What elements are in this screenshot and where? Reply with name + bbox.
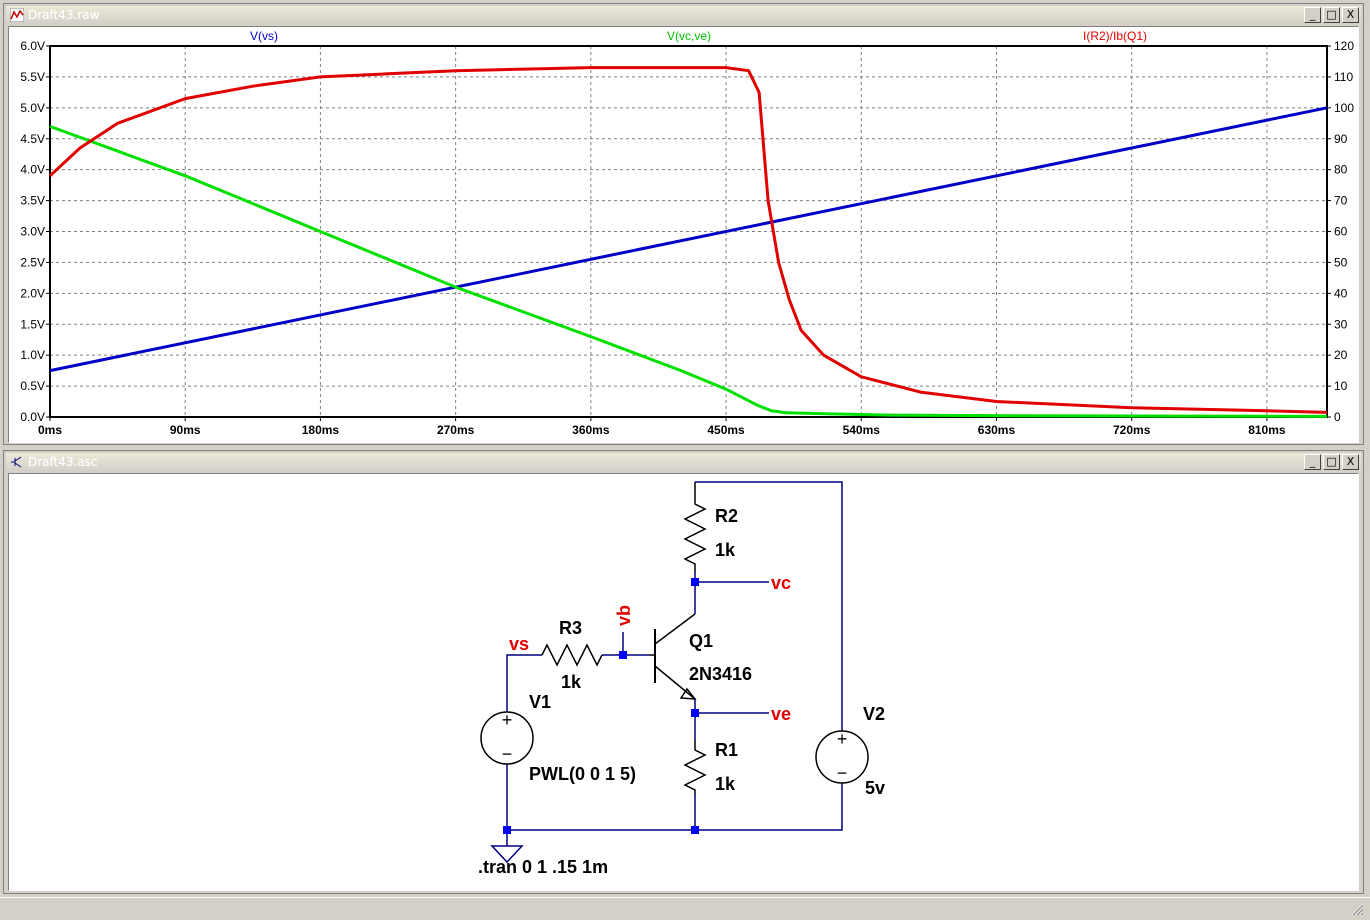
series-line-vs — [49, 106, 1328, 373]
r2-value: 1k — [715, 540, 736, 560]
transistor-q1[interactable]: Q1 2N3416 — [649, 613, 752, 700]
schematic-canvas[interactable]: R2 1k R3 1k R1 1k Q1 2N3416 + − V1 PWL(0… — [9, 474, 1360, 890]
trace-label-ratio[interactable]: I(R2)/Ib(Q1) — [1083, 29, 1147, 43]
plot-window-titlebar[interactable]: Draft43.raw _ □ X — [6, 6, 1361, 24]
y-left-tick-label: 4.0V — [20, 163, 45, 177]
y-right-tick-label: 0 — [1334, 410, 1341, 424]
v1-value: PWL(0 0 1 5) — [529, 764, 636, 784]
y-left-tick-label: 6.0V — [20, 39, 45, 53]
x-tick-label: 810ms — [1248, 423, 1286, 437]
schematic-pane[interactable]: R2 1k R3 1k R1 1k Q1 2N3416 + − V1 PWL(0… — [8, 473, 1359, 891]
minus-icon: − — [502, 744, 513, 764]
waveform-plot[interactable]: 0ms 90ms 180ms 270ms 360ms 450ms 540ms 630ms 720… — [9, 27, 1360, 442]
r1-value: 1k — [715, 774, 736, 794]
r1-name: R1 — [715, 740, 738, 760]
x-tick-label: 540ms — [843, 423, 881, 437]
y-left-tick-label: 4.5V — [20, 132, 45, 146]
resistor-r2[interactable]: R2 1k — [683, 482, 738, 572]
r2-name: R2 — [715, 506, 738, 526]
net-label-vc[interactable]: vc — [771, 573, 791, 593]
x-tick-label: 180ms — [302, 423, 340, 437]
plot-window: Draft43.raw _ □ X 0ms 90ms 180ms 270ms 360ms… — [3, 3, 1364, 445]
x-tick-label: 0ms — [38, 423, 62, 437]
plot-pane[interactable]: 0ms 90ms 180ms 270ms 360ms 450ms 540ms 630ms 720… — [8, 26, 1359, 443]
y-right-tick-label: 90 — [1334, 132, 1348, 146]
minimize-button[interactable]: _ — [1304, 454, 1321, 470]
y-left-tick-label: 5.0V — [20, 101, 45, 115]
simulation-directive[interactable]: .tran 0 1 .15 1m — [478, 857, 608, 877]
x-tick-label: 450ms — [707, 423, 745, 437]
x-tick-label: 90ms — [170, 423, 201, 437]
minimize-button[interactable]: _ — [1304, 7, 1321, 23]
trace-label-vs[interactable]: V(vs) — [250, 29, 278, 43]
q1-name: Q1 — [689, 631, 713, 651]
y-left-tick-label: 2.0V — [20, 286, 45, 300]
plus-icon: + — [837, 729, 848, 749]
y-right-tick-label: 10 — [1334, 379, 1348, 393]
net-label-vb[interactable]: vb — [614, 605, 634, 626]
x-tick-label: 270ms — [437, 423, 475, 437]
q1-value: 2N3416 — [689, 664, 752, 684]
y-right-tick-label: 110 — [1334, 70, 1353, 84]
close-button[interactable]: X — [1342, 7, 1359, 23]
close-button[interactable]: X — [1342, 454, 1359, 470]
y-right-tick-label: 70 — [1334, 194, 1348, 208]
y-right-tick-label: 20 — [1334, 348, 1348, 362]
y-right-tick-label: 40 — [1334, 286, 1348, 300]
y-left-tick-label: 1.5V — [20, 317, 45, 331]
v1-name: V1 — [529, 692, 551, 712]
voltage-source-v1[interactable]: + − V1 PWL(0 0 1 5) — [480, 692, 636, 784]
y-left-tick-label: 2.5V — [20, 255, 45, 269]
y-left-tick-label: 0.5V — [20, 379, 45, 393]
y-right-tick-label: 80 — [1334, 163, 1348, 177]
plus-icon: + — [502, 710, 513, 730]
y-right-tick-label: 100 — [1334, 101, 1354, 115]
schematic-window: Draft43.asc _ □ X R2 1k R3 1k R1 1k Q1 2… — [3, 450, 1364, 894]
resistor-r3[interactable]: R3 1k — [541, 618, 603, 692]
v2-name: V2 — [863, 704, 885, 724]
plot-window-title: Draft43.raw — [28, 8, 100, 22]
resize-grip-icon[interactable] — [1350, 902, 1364, 916]
maximize-button[interactable]: □ — [1323, 454, 1340, 470]
y-left-tick-label: 3.5V — [20, 194, 45, 208]
waveform-icon — [10, 8, 24, 22]
y-left-tick-label: 3.0V — [20, 225, 45, 239]
y-left-tick-label: 0.0V — [20, 410, 45, 424]
net-label-vs[interactable]: vs — [509, 634, 529, 654]
x-tick-label: 720ms — [1113, 423, 1151, 437]
y-right-tick-label: 120 — [1334, 39, 1354, 53]
v2-value: 5v — [865, 778, 885, 798]
status-bar — [0, 897, 1370, 920]
trace-label-vcve[interactable]: V(vc,ve) — [667, 29, 711, 43]
voltage-source-v2[interactable]: + − V2 5v — [815, 704, 885, 798]
schematic-window-titlebar[interactable]: Draft43.asc _ □ X — [6, 453, 1361, 471]
resistor-r1[interactable]: R1 1k — [683, 740, 738, 794]
y-left-tick-label: 5.5V — [20, 70, 45, 84]
r3-name: R3 — [559, 618, 582, 638]
y-left-tick-label: 1.0V — [20, 348, 45, 362]
minus-icon: − — [837, 763, 848, 783]
y-right-tick-label: 30 — [1334, 317, 1348, 331]
y-right-tick-label: 60 — [1334, 225, 1348, 239]
maximize-button[interactable]: □ — [1323, 7, 1340, 23]
schematic-icon — [11, 456, 22, 468]
schematic-window-title: Draft43.asc — [28, 455, 98, 469]
y-right-tick-label: 50 — [1334, 255, 1348, 269]
x-tick-label: 630ms — [978, 423, 1016, 437]
x-tick-label: 360ms — [572, 423, 610, 437]
r3-value: 1k — [561, 672, 582, 692]
net-label-ve[interactable]: ve — [771, 704, 791, 724]
